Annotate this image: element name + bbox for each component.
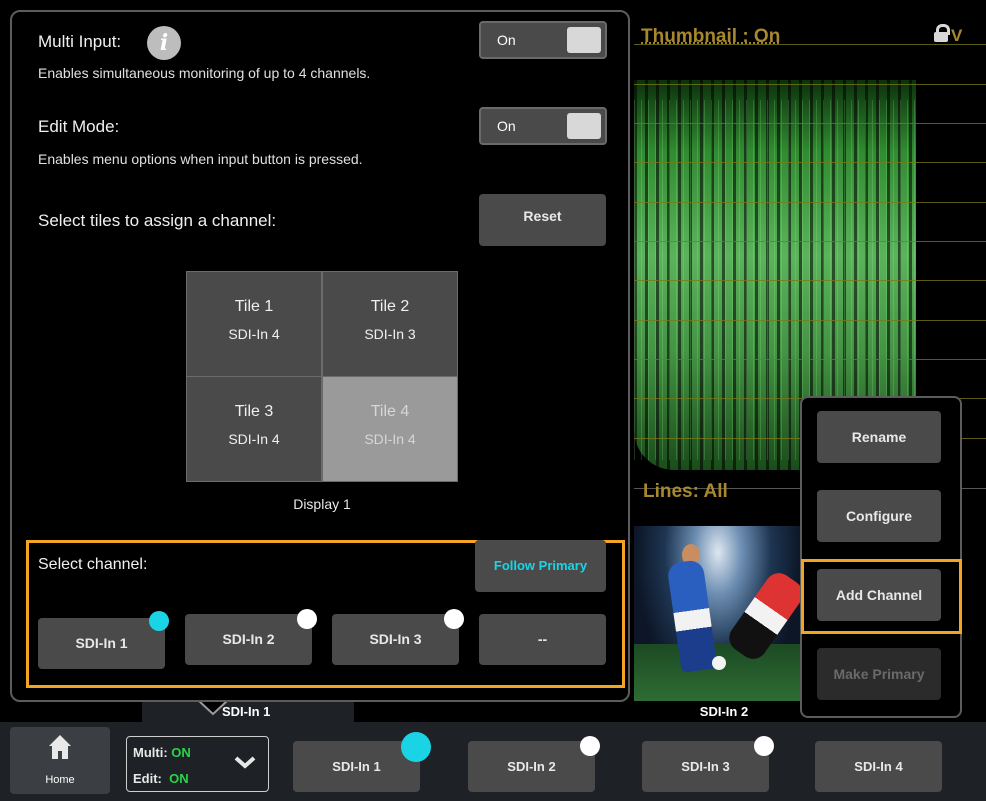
multi-status-label: Multi: xyxy=(133,745,168,760)
input-button-sdi3[interactable]: SDI-In 3 xyxy=(642,741,769,792)
display-label: Display 1 xyxy=(293,496,351,512)
graticule-line xyxy=(634,320,986,321)
chevron-down-icon[interactable] xyxy=(233,755,257,769)
channel-button-empty[interactable]: -- xyxy=(479,614,606,665)
home-icon xyxy=(48,734,72,760)
channel-button-sdi1[interactable]: SDI-In 1 xyxy=(38,618,165,669)
tile-4[interactable]: Tile 4 SDI-In 4 xyxy=(322,376,458,482)
lines-label: Lines: All xyxy=(643,481,728,502)
tile-label-sdi2: SDI-In 2 xyxy=(699,704,749,719)
edit-mode-toggle[interactable]: On xyxy=(479,107,607,145)
add-channel-button[interactable]: Add Channel xyxy=(817,569,941,621)
home-label: Home xyxy=(45,774,75,786)
edit-status-label: Edit: xyxy=(133,771,162,786)
make-primary-button[interactable]: Make Primary xyxy=(817,648,941,700)
thumbnail-title[interactable]: Thumbnail : On xyxy=(641,26,780,48)
follow-primary-button[interactable]: Follow Primary xyxy=(475,540,606,592)
tile-name: Tile 1 xyxy=(234,298,274,315)
graticule-line xyxy=(634,123,986,124)
info-icon[interactable]: i xyxy=(147,26,181,60)
primary-indicator-dot xyxy=(149,611,169,631)
tile-1[interactable]: Tile 1 SDI-In 4 xyxy=(186,271,322,377)
multi-status-value: ON xyxy=(171,745,191,760)
toggle-knob xyxy=(567,27,601,53)
reset-button[interactable]: Reset xyxy=(479,194,606,246)
edit-mode-description: Enables menu options when input button i… xyxy=(38,151,363,167)
lock-icon xyxy=(934,24,950,42)
tile-channel: SDI-In 3 xyxy=(364,326,416,342)
channel-button-sdi2[interactable]: SDI-In 2 xyxy=(185,614,312,665)
assigned-indicator-dot xyxy=(754,736,774,756)
graticule-line xyxy=(634,280,986,281)
tile-name: Tile 3 xyxy=(234,403,274,420)
graticule-line xyxy=(634,359,986,360)
multi-input-toggle[interactable]: On xyxy=(479,21,607,59)
input-button-sdi2[interactable]: SDI-In 2 xyxy=(468,741,595,792)
configure-button[interactable]: Configure xyxy=(817,490,941,542)
select-channel-label: Select channel: xyxy=(38,556,148,573)
graticule-line xyxy=(634,202,986,203)
tile-label-sdi1: SDI-In 1 xyxy=(222,704,271,719)
tile-3[interactable]: Tile 3 SDI-In 4 xyxy=(186,376,322,482)
multi-input-description: Enables simultaneous monitoring of up to… xyxy=(38,65,371,81)
multi-input-label: Multi Input: xyxy=(38,32,122,51)
tile-channel: SDI-In 4 xyxy=(228,326,280,342)
assigned-indicator-dot xyxy=(580,736,600,756)
graticule-line xyxy=(634,84,986,85)
input-button-sdi4[interactable]: SDI-In 4 xyxy=(815,741,942,792)
toggle-value: On xyxy=(497,32,516,48)
graticule-line xyxy=(634,162,986,163)
edit-status: Edit: ON xyxy=(133,771,189,786)
primary-indicator-dot xyxy=(401,732,431,762)
video-thumbnail[interactable] xyxy=(634,526,802,701)
edit-mode-label: Edit Mode: xyxy=(38,117,120,136)
tile-name: Tile 4 xyxy=(370,403,410,420)
channel-button-sdi3[interactable]: SDI-In 3 xyxy=(332,614,459,665)
tile-name: Tile 2 xyxy=(370,298,410,315)
tile-2[interactable]: Tile 2 SDI-In 3 xyxy=(322,271,458,377)
toggle-value: On xyxy=(497,118,516,134)
tile-channel: SDI-In 4 xyxy=(364,431,416,447)
edit-status-value: ON xyxy=(169,771,189,786)
graticule-line xyxy=(634,241,986,242)
toggle-knob xyxy=(567,113,601,139)
tile-channel: SDI-In 4 xyxy=(228,431,280,447)
view-label: V xyxy=(951,26,963,45)
assigned-indicator-dot xyxy=(297,609,317,629)
assign-tiles-label: Select tiles to assign a channel: xyxy=(38,211,277,230)
assigned-indicator-dot xyxy=(444,609,464,629)
multi-status: Multi: ON xyxy=(133,745,191,760)
rename-button[interactable]: Rename xyxy=(817,411,941,463)
